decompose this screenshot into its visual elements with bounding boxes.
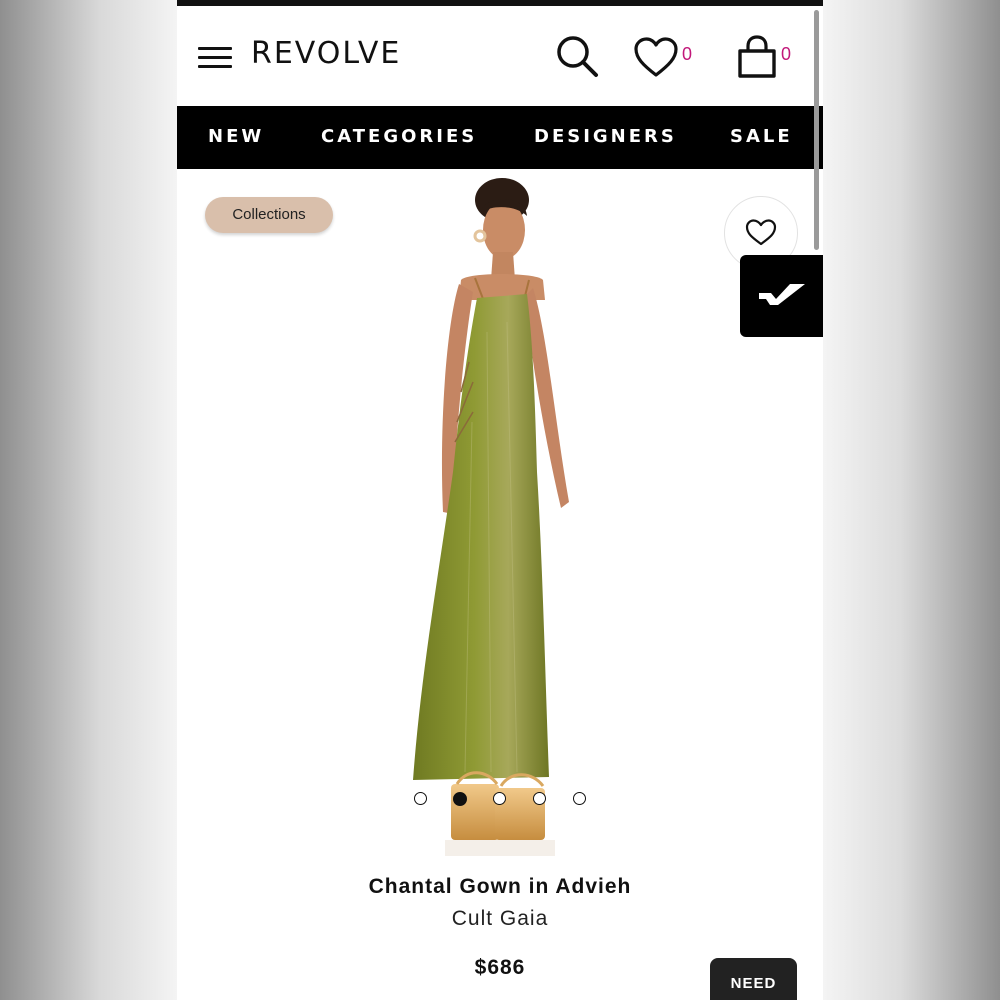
product-brand[interactable]: Cult Gaia <box>177 907 823 931</box>
wishlist-count: 0 <box>682 44 693 64</box>
mobile-page: REVOLVE 0 0 NEW CATEGORIES DESIGNERS SAL… <box>177 0 823 1000</box>
nav-item-designers[interactable]: DESIGNERS <box>534 126 677 147</box>
category-nav: NEW CATEGORIES DESIGNERS SALE <box>177 106 823 169</box>
image-carousel-dots <box>177 792 823 808</box>
carousel-dot-3[interactable] <box>493 792 506 805</box>
carousel-dot-1[interactable] <box>414 792 427 805</box>
carousel-dot-4[interactable] <box>533 792 546 805</box>
nav-item-sale[interactable]: SALE <box>730 126 793 147</box>
hamburger-menu-icon[interactable] <box>198 47 232 69</box>
search-icon[interactable] <box>555 34 601 80</box>
carousel-dot-5[interactable] <box>573 792 586 805</box>
site-header: REVOLVE 0 0 <box>177 6 823 106</box>
nav-item-categories[interactable]: CATEGORIES <box>321 126 477 147</box>
need-help-button[interactable]: NEED <box>710 958 797 1000</box>
scrollbar[interactable] <box>814 10 819 250</box>
bag-count: 0 <box>781 44 792 64</box>
site-logo[interactable]: REVOLVE <box>251 36 401 71</box>
nav-item-new[interactable]: NEW <box>208 126 264 147</box>
checkmark-icon <box>759 284 805 305</box>
product-title: Chantal Gown in Advieh <box>368 875 632 898</box>
collections-chip[interactable]: Collections <box>205 197 333 233</box>
shopping-bag-icon[interactable] <box>735 34 779 80</box>
heart-icon[interactable] <box>633 37 679 79</box>
floating-check-tab[interactable] <box>740 255 823 337</box>
carousel-dot-2[interactable] <box>453 792 467 806</box>
product-image[interactable] <box>377 172 617 862</box>
